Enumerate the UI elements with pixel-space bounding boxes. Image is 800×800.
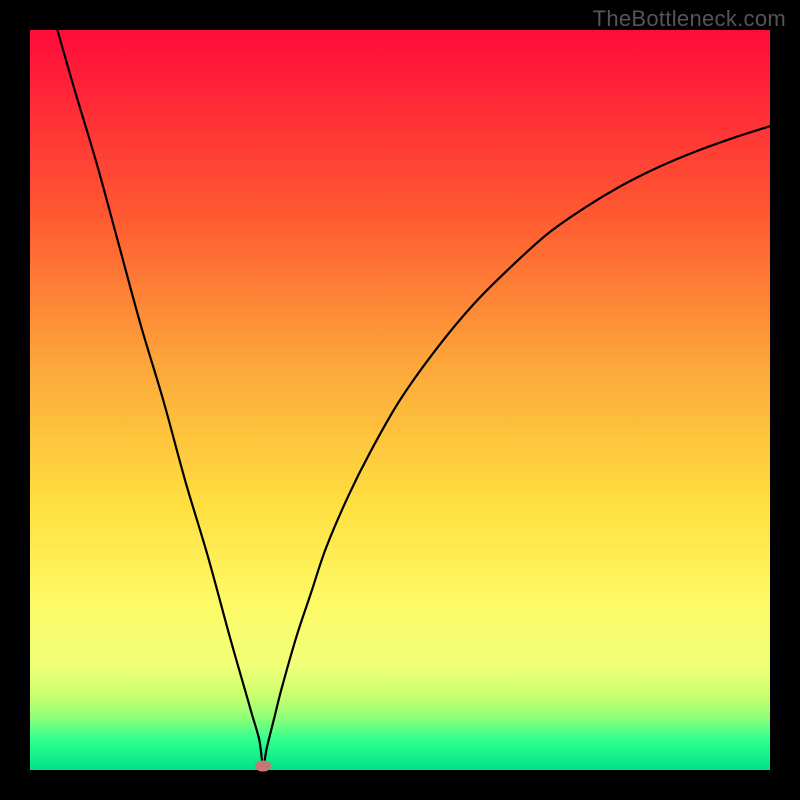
vertex-marker: [255, 760, 271, 771]
curve-path: [57, 30, 770, 766]
curve-svg: [30, 30, 770, 770]
watermark-text: TheBottleneck.com: [593, 6, 786, 32]
chart-frame: TheBottleneck.com: [0, 0, 800, 800]
plot-area: [30, 30, 770, 770]
